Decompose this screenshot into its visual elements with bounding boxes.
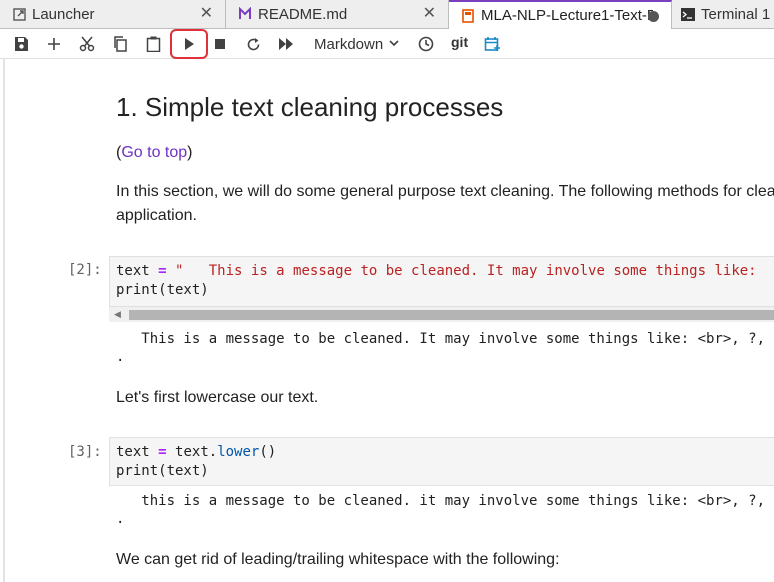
cell-type-value: Markdown (314, 35, 384, 53)
markdown-paragraph: Let's first lowercase our text. (116, 389, 319, 406)
chevron-down-icon (389, 39, 399, 50)
goto-top-link[interactable]: Go to top (121, 144, 187, 161)
code-text: print(text) (116, 463, 209, 479)
scroll-thumb[interactable] (129, 310, 774, 320)
goto-top-paragraph: (Go to top) (116, 141, 192, 165)
notebook-icon (461, 8, 475, 23)
clock-icon[interactable] (415, 33, 437, 55)
code-line: text = " This is a message to be cleaned… (116, 262, 757, 281)
tab-readme[interactable]: README.md ✕ (226, 0, 449, 28)
cell-output-line: This is a message to be cleaned. It may … (116, 331, 766, 347)
code-var: text (116, 263, 150, 279)
intro-line-2: application. (116, 207, 197, 224)
cell-output-line: . (116, 349, 125, 365)
code-line: print(text) (116, 462, 209, 481)
close-icon[interactable]: ✕ (200, 6, 213, 22)
tab-label: Terminal 1 (701, 5, 771, 23)
restart-icon[interactable] (242, 33, 264, 55)
tab-label: MLA-NLP-Lecture1-Text-F (481, 7, 653, 24)
code-var: text (116, 444, 150, 460)
tab-launcher[interactable]: Launcher ✕ (0, 0, 226, 28)
scroll-left-icon[interactable]: ◀ (114, 309, 121, 320)
markdown-icon (238, 7, 252, 21)
tab-notebook[interactable]: MLA-NLP-Lecture1-Text-F (449, 0, 672, 29)
code-function: lower (217, 444, 260, 460)
run-icon[interactable] (170, 29, 208, 59)
cut-icon[interactable] (76, 33, 98, 55)
cell-prompt: [3]: (68, 444, 102, 460)
paste-icon[interactable] (142, 33, 164, 55)
code-line: print(text) (116, 281, 209, 300)
copy-icon[interactable] (109, 33, 131, 55)
code-string: " This is a message to be cleaned. It ma… (175, 263, 757, 279)
close-icon[interactable]: ✕ (423, 6, 436, 22)
unsaved-indicator-icon[interactable] (648, 11, 659, 22)
tab-bar: Launcher ✕ README.md ✕ MLA-NLP-Lecture1-… (0, 0, 774, 29)
markdown-paragraph: We can get rid of leading/trailing white… (116, 551, 560, 568)
git-button[interactable]: git (451, 34, 468, 50)
code-cell-input[interactable]: text = " This is a message to be cleaned… (109, 256, 774, 307)
cell-output-line: this is a message to be cleaned. it may … (116, 493, 766, 509)
intro-line-1: In this section, we will do some general… (116, 183, 774, 200)
tab-label: README.md (258, 5, 348, 23)
horizontal-scrollbar[interactable]: ◀ (109, 307, 774, 322)
paren-close: ) (187, 144, 193, 161)
calendar-icon[interactable] (481, 33, 503, 55)
stop-icon[interactable] (209, 33, 231, 55)
cell-prompt: [2]: (68, 262, 102, 278)
cell-collapser[interactable] (3, 58, 5, 582)
section-heading: 1. Simple text cleaning processes (116, 92, 504, 122)
cell-output-line: . (116, 511, 125, 527)
add-cell-icon[interactable] (43, 33, 65, 55)
code-cell-input[interactable]: text = text.lower() print(text) (109, 437, 774, 486)
launcher-icon (12, 7, 26, 21)
fast-forward-icon[interactable] (275, 33, 297, 55)
code-paren: () (259, 444, 277, 460)
code-line: text = text.lower() (116, 443, 276, 462)
cell-type-dropdown[interactable]: Markdown (314, 33, 399, 55)
code-text: print(text) (116, 282, 209, 298)
terminal-icon (681, 7, 695, 21)
notebook-toolbar: Markdown git (0, 29, 774, 59)
code-operator: = (158, 263, 167, 279)
save-icon[interactable] (10, 33, 32, 55)
code-operator: = (158, 444, 167, 460)
tab-label: Launcher (32, 5, 95, 23)
tab-terminal[interactable]: Terminal 1 (672, 0, 774, 28)
code-object: text. (175, 444, 218, 460)
